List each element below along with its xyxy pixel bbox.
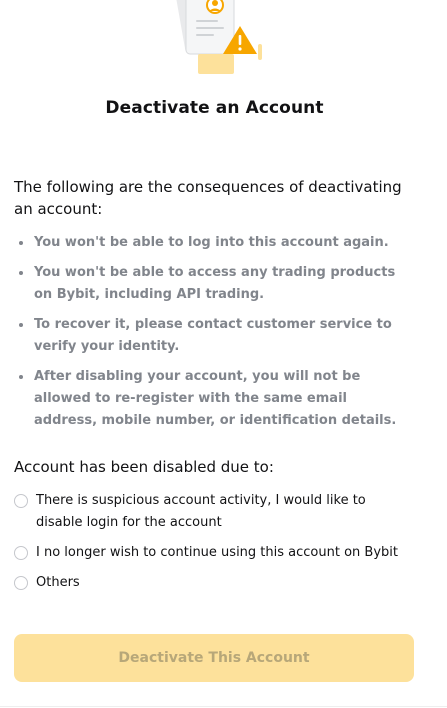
reason-option-label: Others: [36, 575, 80, 590]
page-title: Deactivate an Account: [105, 98, 324, 118]
reason-options: There is suspicious account activity, I …: [14, 490, 414, 602]
reason-option-others[interactable]: Others: [14, 572, 414, 594]
reason-option-label: I no longer wish to continue using this …: [36, 545, 398, 560]
consequences-list: You won't be able to log into this accou…: [14, 232, 414, 440]
divider: [0, 706, 447, 707]
consequence-item: After disabling your account, you will n…: [14, 366, 414, 432]
radio-unchecked-icon[interactable]: [14, 494, 28, 508]
radio-unchecked-icon[interactable]: [14, 576, 28, 590]
reason-option-no-longer-wish[interactable]: I no longer wish to continue using this …: [14, 542, 414, 564]
reason-heading: Account has been disabled due to:: [14, 458, 274, 476]
consequence-text: After disabling your account, you will n…: [34, 369, 397, 428]
radio-unchecked-icon[interactable]: [14, 546, 28, 560]
bullet-icon: [19, 375, 23, 379]
reason-option-suspicious-activity[interactable]: There is suspicious account activity, I …: [14, 490, 414, 534]
bullet-icon: [19, 271, 23, 275]
consequence-text: To recover it, please contact customer s…: [34, 317, 392, 354]
bullet-icon: [19, 323, 23, 327]
consequence-text: You won't be able to log into this accou…: [34, 235, 389, 250]
consequence-item: You won't be able to log into this accou…: [14, 232, 414, 254]
deactivate-illustration-icon: [168, 0, 268, 78]
bullet-icon: [19, 241, 23, 245]
reason-option-label: There is suspicious account activity, I …: [36, 493, 366, 530]
consequence-item: You won't be able to access any trading …: [14, 262, 414, 306]
consequences-intro: The following are the consequences of de…: [14, 178, 402, 218]
consequence-text: You won't be able to access any trading …: [34, 265, 396, 302]
deactivate-account-button[interactable]: Deactivate This Account: [14, 634, 414, 682]
consequence-item: To recover it, please contact customer s…: [14, 314, 414, 358]
